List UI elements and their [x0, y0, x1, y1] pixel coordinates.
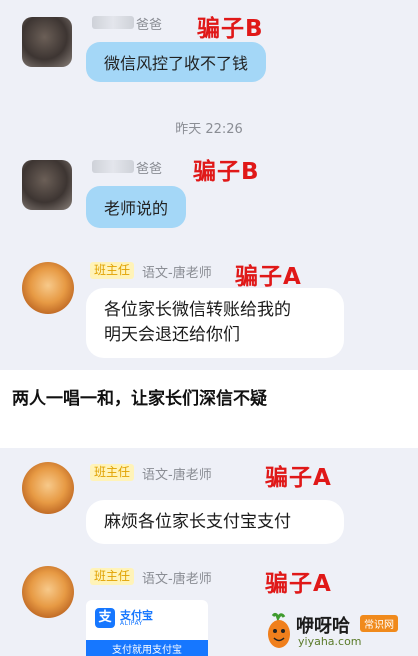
chat-screenshot-top: 爸爸 骗子B 微信风控了收不了钱 昨天 22:26 爸爸 骗子B 老师说的 班主…: [0, 0, 418, 370]
scammer-b-label: 骗子B: [193, 159, 260, 185]
alipay-subtitle: ALIPAY: [120, 620, 143, 627]
avatar-parent-b[interactable]: [22, 17, 72, 67]
watermark-badge: 常识网: [360, 615, 398, 632]
sender-name-suffix: 爸爸: [136, 162, 163, 177]
sender-name-suffix: 爸爸: [136, 18, 163, 33]
carrot-logo-icon: [268, 612, 290, 648]
watermark-url: yiyaha.com: [298, 635, 362, 648]
blurred-name: [92, 16, 134, 29]
scammer-b-label: 骗子B: [197, 16, 264, 42]
site-watermark: 咿呀哈 常识网 yiyaha.com: [264, 612, 414, 652]
avatar-teacher[interactable]: [22, 462, 74, 514]
avatar-parent-b[interactable]: [22, 160, 72, 210]
blurred-name: [92, 160, 134, 173]
scammer-a-label: 骗子A: [265, 571, 332, 597]
head-teacher-badge: 班主任: [90, 262, 135, 279]
head-teacher-badge: 班主任: [90, 568, 135, 585]
chat-screenshot-bottom: 班主任 语文-唐老师 骗子A 麻烦各位家长支付宝支付 班主任 语文-唐老师 骗子…: [0, 448, 418, 656]
message-line: 各位家长微信转账给我的: [104, 300, 291, 320]
message-bubble[interactable]: 麻烦各位家长支付宝支付: [86, 500, 344, 544]
sender-role: 语文-唐老师: [142, 572, 212, 587]
alipay-card[interactable]: 支 支付宝 ALIPAY 支付就用支付宝: [86, 600, 208, 656]
message-bubble[interactable]: 各位家长微信转账给我的 明天会退还给你们: [86, 288, 344, 358]
avatar-teacher[interactable]: [22, 262, 74, 314]
timestamp: 昨天 22:26: [175, 122, 243, 137]
caption: 两人一唱一和，让家长们深信不疑: [12, 389, 267, 409]
avatar-teacher[interactable]: [22, 566, 74, 618]
alipay-slogan: 支付就用支付宝: [86, 640, 208, 656]
message-bubble[interactable]: 老师说的: [86, 186, 187, 228]
sender-role: 语文-唐老师: [142, 266, 212, 281]
message-text: 老师说的: [104, 199, 169, 218]
alipay-icon: 支: [95, 608, 115, 628]
message-bubble[interactable]: 微信风控了收不了钱: [86, 42, 267, 82]
scammer-a-label: 骗子A: [235, 264, 302, 290]
message-text: 微信风控了收不了钱: [104, 54, 249, 73]
message-text: 麻烦各位家长支付宝支付: [104, 512, 291, 532]
sender-role: 语文-唐老师: [142, 468, 212, 483]
scammer-a-label: 骗子A: [265, 465, 332, 491]
head-teacher-badge: 班主任: [90, 464, 135, 481]
message-line: 明天会退还给你们: [104, 325, 240, 345]
